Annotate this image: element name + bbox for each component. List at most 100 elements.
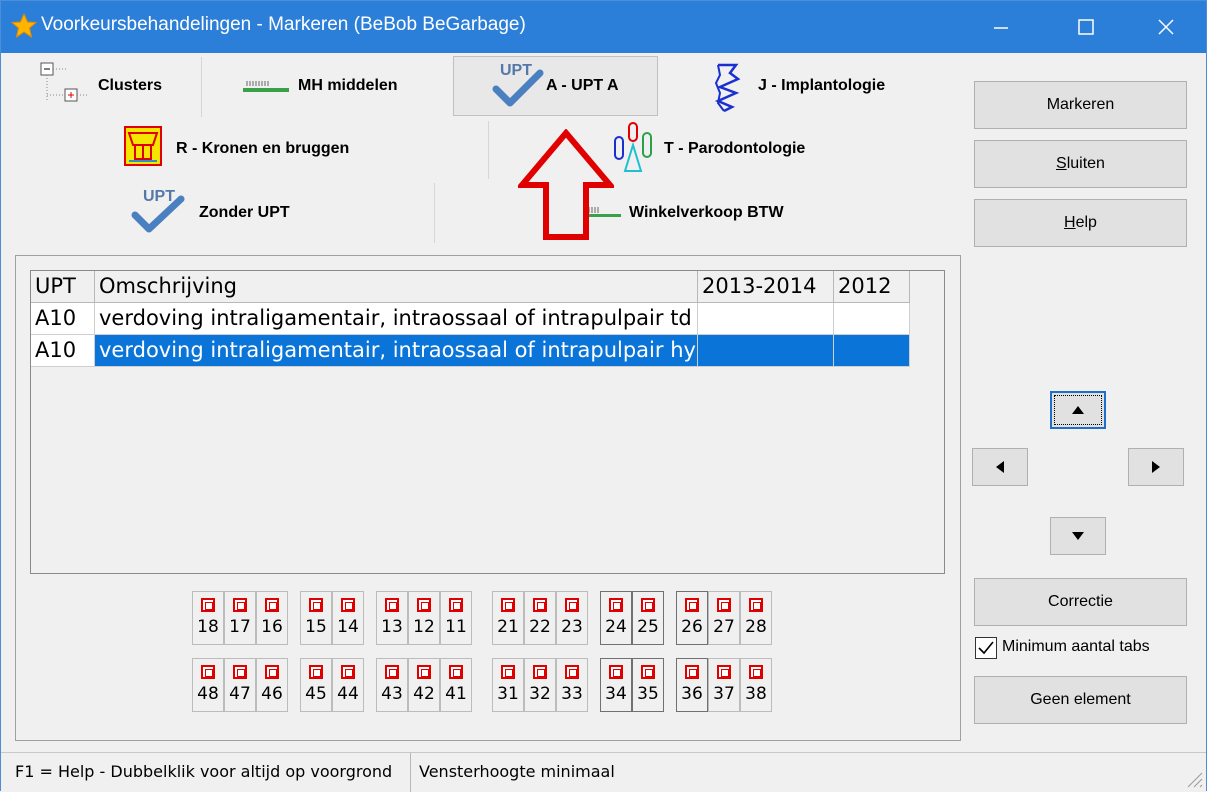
tooth-upper-11[interactable]: 24 (600, 591, 632, 645)
status-window-height: Vensterhoogte minimaal (419, 762, 615, 781)
tooth-number: 12 (413, 617, 435, 637)
toothbrush-icon (243, 81, 289, 92)
tooth-lower-10[interactable]: 33 (556, 658, 588, 712)
status-help-text: F1 = Help - Dubbelklik voor altijd op vo… (9, 753, 411, 792)
tooth-lower-12[interactable]: 35 (632, 658, 664, 712)
tooth-lower-3[interactable]: 45 (300, 658, 332, 712)
tab-upt-a-label: A - UPT A (546, 77, 619, 94)
tooth-upper-1[interactable]: 17 (224, 591, 256, 645)
cell-upt: A10 (31, 335, 95, 367)
nav-up-button[interactable] (1050, 391, 1106, 429)
nav-left-button[interactable] (972, 448, 1028, 486)
tooth-number: 21 (497, 617, 519, 637)
cell-2012 (834, 303, 910, 335)
tooth-marker-icon (341, 665, 355, 679)
tooth-upper-12[interactable]: 25 (632, 591, 664, 645)
tooth-upper-0[interactable]: 18 (192, 591, 224, 645)
status-bar: F1 = Help - Dubbelklik voor altijd op vo… (1, 752, 1206, 792)
geen-element-button[interactable]: Geen element (974, 676, 1187, 724)
tab-parodontologie[interactable]: T - Parodontologie (601, 121, 901, 179)
tab-upt-a[interactable]: UPT A - UPT A (453, 56, 658, 116)
tooth-lower-15[interactable]: 38 (740, 658, 772, 712)
tab-clusters[interactable]: Clusters (31, 57, 201, 117)
tooth-number: 28 (745, 617, 767, 637)
tooth-upper-5[interactable]: 13 (376, 591, 408, 645)
resize-grip-icon[interactable] (1184, 769, 1204, 789)
tooth-number: 14 (337, 617, 359, 637)
tooth-lower-7[interactable]: 41 (440, 658, 472, 712)
col-upt-header[interactable]: UPT (31, 271, 95, 303)
cell-2013-2014 (698, 335, 834, 367)
help-button[interactable]: Help (974, 199, 1187, 247)
tooth-upper-8[interactable]: 21 (492, 591, 524, 645)
tooth-lower-8[interactable]: 31 (492, 658, 524, 712)
tooth-marker-icon (533, 665, 547, 679)
table-header: UPT Omschrijving 2013-2014 2012 (31, 271, 910, 303)
tooth-upper-15[interactable]: 28 (740, 591, 772, 645)
correctie-button[interactable]: Correctie (974, 578, 1187, 626)
col-2012-header[interactable]: 2012 (834, 271, 910, 303)
tooth-lower-0[interactable]: 48 (192, 658, 224, 712)
tooth-marker-icon (201, 665, 215, 679)
tab-implantologie[interactable]: J - Implantologie (666, 57, 946, 117)
tooth-number: 27 (713, 617, 735, 637)
tooth-upper-4[interactable]: 14 (332, 591, 364, 645)
tab-zonder-upt[interactable]: UPT Zonder UPT (121, 183, 431, 243)
tooth-number: 33 (561, 684, 583, 704)
tooth-upper-3[interactable]: 15 (300, 591, 332, 645)
treatments-table[interactable]: UPT Omschrijving 2013-2014 2012 A10 verd… (30, 270, 945, 574)
sluiten-button[interactable]: Sluiten (974, 140, 1187, 188)
tooth-upper-13[interactable]: 26 (676, 591, 708, 645)
tooth-lower-13[interactable]: 36 (676, 658, 708, 712)
tooth-number: 43 (381, 684, 403, 704)
table-row-selected[interactable]: A10 verdoving intraligamentair, intraoss… (31, 335, 910, 367)
tooth-upper-7[interactable]: 11 (440, 591, 472, 645)
tooth-lower-4[interactable]: 44 (332, 658, 364, 712)
tooth-upper-14[interactable]: 27 (708, 591, 740, 645)
tab-divider (201, 57, 202, 117)
tooth-marker-icon (385, 665, 399, 679)
tooth-upper-6[interactable]: 12 (408, 591, 440, 645)
tab-kronen-bruggen[interactable]: R - Kronen en bruggen (111, 121, 481, 179)
table-row[interactable]: A10 verdoving intraligamentair, intraoss… (31, 303, 910, 335)
tooth-upper-10[interactable]: 23 (556, 591, 588, 645)
upt-icon-text: UPT (500, 62, 532, 79)
tooth-marker-icon (609, 665, 623, 679)
tooth-lower-11[interactable]: 34 (600, 658, 632, 712)
tab-mh-middelen[interactable]: MH middelen (206, 57, 446, 117)
col-omschrijving-header[interactable]: Omschrijving (95, 271, 698, 303)
tooth-upper-2[interactable]: 16 (256, 591, 288, 645)
nav-right-button[interactable] (1128, 448, 1184, 486)
help-label: Help (1064, 214, 1097, 231)
tooth-number: 38 (745, 684, 767, 704)
maximize-button[interactable] (1051, 1, 1121, 53)
tooth-number: 24 (605, 617, 627, 637)
cell-omschrijving: verdoving intraligamentair, intraossaal … (95, 335, 698, 367)
markeren-button[interactable]: Markeren (974, 81, 1187, 129)
tooth-number: 41 (445, 684, 467, 704)
tooth-number: 18 (197, 617, 219, 637)
tooth-lower-1[interactable]: 47 (224, 658, 256, 712)
minimum-tabs-label[interactable]: Minimum aantal tabs (1002, 638, 1150, 656)
tooth-lower-9[interactable]: 32 (524, 658, 556, 712)
tooth-lower-14[interactable]: 37 (708, 658, 740, 712)
tooth-upper-9[interactable]: 22 (524, 591, 556, 645)
minimize-button[interactable] (966, 1, 1036, 53)
tooth-number: 15 (305, 617, 327, 637)
tooth-lower-6[interactable]: 42 (408, 658, 440, 712)
tooth-lower-5[interactable]: 43 (376, 658, 408, 712)
title-bar[interactable]: Voorkeursbehandelingen - Markeren (BeBob… (1, 1, 1206, 53)
tooth-number: 11 (445, 617, 467, 637)
maximize-icon (1078, 19, 1094, 35)
nav-down-button[interactable] (1050, 517, 1106, 555)
tooth-marker-icon (309, 598, 323, 612)
minimize-icon (994, 27, 1008, 29)
col-2013-2014-header[interactable]: 2013-2014 (698, 271, 834, 303)
minimum-tabs-checkbox[interactable] (975, 637, 997, 659)
close-button[interactable] (1131, 1, 1201, 53)
tooth-marker-icon (641, 598, 655, 612)
tooth-number: 36 (681, 684, 703, 704)
tooth-lower-2[interactable]: 46 (256, 658, 288, 712)
annotation-arrow-up-icon (518, 129, 614, 240)
tooth-marker-icon (501, 598, 515, 612)
